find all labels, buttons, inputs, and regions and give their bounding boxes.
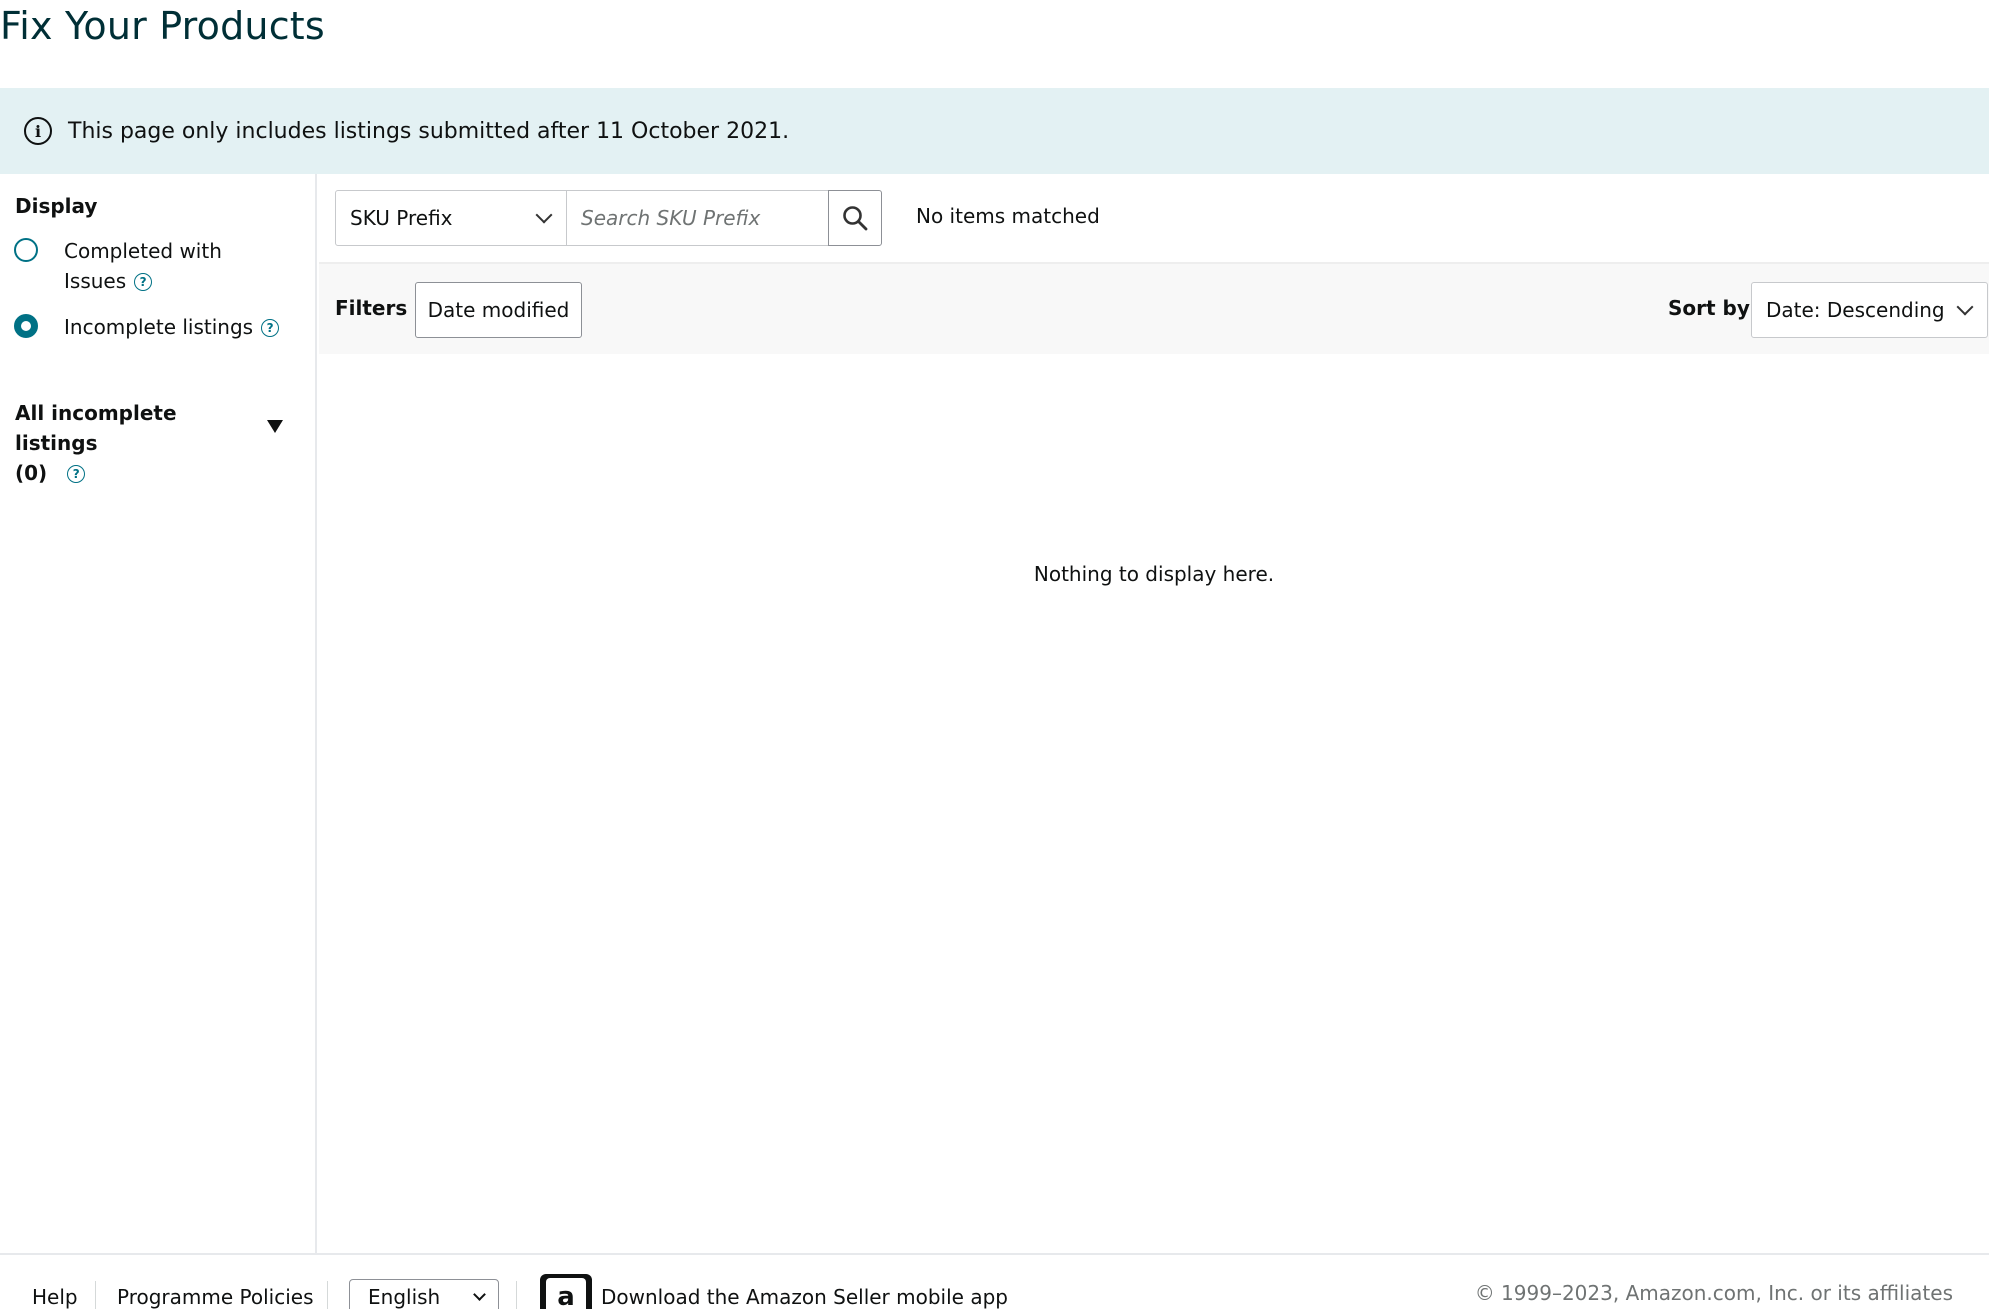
radio-completed-with-issues[interactable]: [14, 238, 38, 262]
option-label-line2: Issues: [64, 269, 127, 293]
search-button[interactable]: [828, 190, 882, 246]
search-input[interactable]: [567, 190, 829, 246]
empty-state-message: Nothing to display here.: [1033, 562, 1275, 586]
radio-incomplete-listings[interactable]: [14, 314, 38, 338]
option-label: Completed with Issues?: [64, 236, 222, 296]
search-by-select[interactable]: SKU Prefix: [335, 190, 567, 246]
sidebar: Display Completed with Issues? Incomplet…: [0, 174, 317, 1254]
option-label-line1: Completed with: [64, 239, 222, 263]
chevron-down-icon: [535, 206, 553, 224]
search-icon: [843, 206, 868, 231]
footer-divider: [327, 1281, 328, 1309]
download-app-link[interactable]: Download the Amazon Seller mobile app: [601, 1285, 1008, 1309]
help-icon[interactable]: ?: [261, 319, 280, 337]
search-by-value: SKU Prefix: [350, 206, 453, 230]
chevron-down-icon: [1956, 298, 1974, 316]
app-logo-letter: a: [546, 1278, 586, 1309]
filters-label: Filters: [335, 296, 408, 320]
copyright-text: © 1999–2023, Amazon.com, Inc. or its aff…: [1474, 1281, 1953, 1305]
filter-bar: Filters Date modified Sort by Date: Desc…: [319, 264, 1989, 354]
date-modified-filter-button[interactable]: Date modified: [415, 282, 582, 338]
footer-divider: [516, 1281, 517, 1309]
footer-help-link[interactable]: Help: [32, 1285, 78, 1309]
help-icon[interactable]: ?: [67, 465, 86, 483]
info-icon: i: [24, 117, 52, 145]
banner-text: This page only includes listings submitt…: [68, 118, 790, 144]
category-count: (0): [15, 461, 48, 485]
page: Fix Your Products i This page only inclu…: [0, 0, 1989, 1309]
page-title: Fix Your Products: [0, 4, 325, 48]
amazon-seller-app-icon[interactable]: a: [540, 1274, 592, 1309]
option-completed-with-issues[interactable]: Completed with Issues?: [14, 236, 222, 296]
sort-value: Date: Descending: [1766, 298, 1945, 322]
result-count-text: No items matched: [916, 204, 1100, 228]
footer-policies-link[interactable]: Programme Policies: [117, 1285, 314, 1309]
footer: Help Programme Policies English a Downlo…: [0, 1253, 1989, 1309]
footer-divider: [95, 1281, 96, 1309]
help-icon[interactable]: ?: [134, 273, 153, 291]
info-banner: i This page only includes listings submi…: [0, 88, 1989, 174]
sort-by-label: Sort by: [1668, 296, 1750, 320]
sort-select[interactable]: Date: Descending: [1751, 282, 1988, 338]
language-select[interactable]: English: [349, 1279, 499, 1309]
search-toolbar: SKU Prefix No items matched: [319, 174, 1989, 264]
option-incomplete-listings[interactable]: Incomplete listings?: [14, 312, 280, 342]
option-label: Incomplete listings?: [64, 312, 280, 342]
caret-down-icon[interactable]: [267, 420, 283, 433]
display-label: Display: [15, 194, 98, 218]
language-value: English: [368, 1285, 441, 1309]
category-label: All incomplete listings: [15, 401, 177, 455]
category-all-incomplete-listings[interactable]: All incomplete listings (0)?: [15, 398, 245, 488]
option-label-text: Incomplete listings: [64, 315, 254, 339]
chevron-down-icon: [473, 1288, 486, 1301]
